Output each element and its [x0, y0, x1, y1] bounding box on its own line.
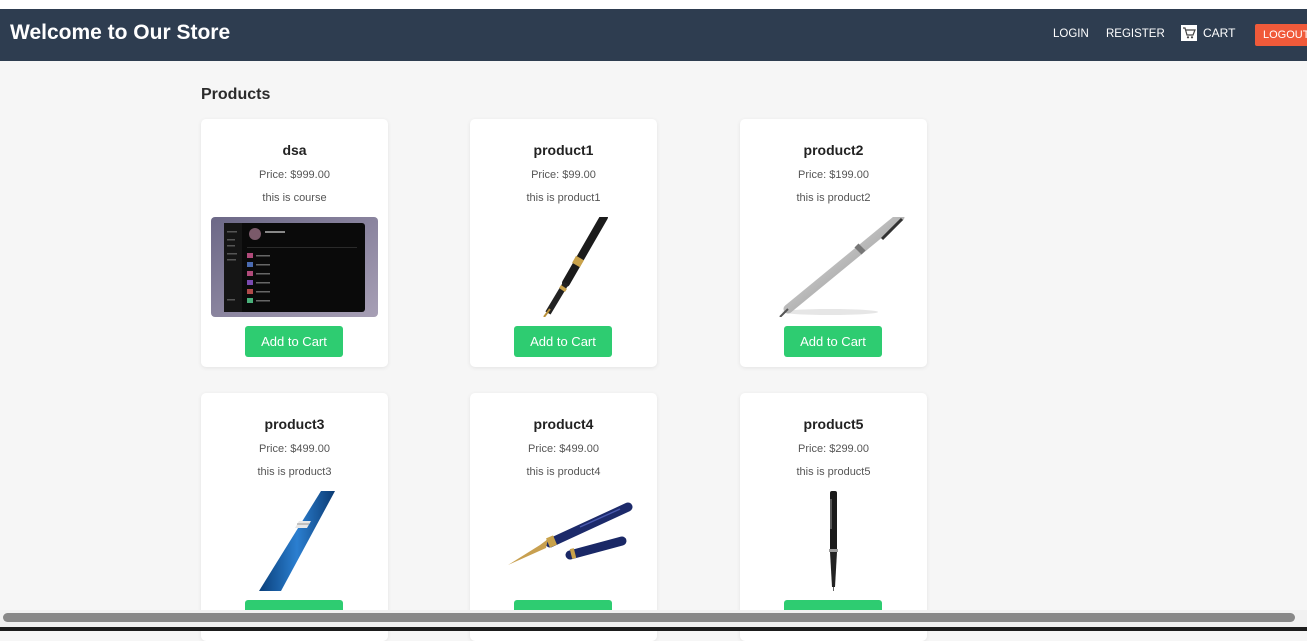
window-top-strip [0, 0, 1307, 9]
product-price: Price: $499.00 [528, 443, 599, 455]
product-name: product2 [803, 142, 864, 158]
cart-link[interactable]: CART [1181, 25, 1235, 41]
product-name: product5 [803, 416, 864, 432]
add-to-cart-button[interactable]: Add to Cart [784, 326, 882, 357]
product-price: Price: $299.00 [798, 443, 869, 455]
login-link[interactable]: LOGIN [1053, 28, 1089, 40]
register-link[interactable]: REGISTER [1106, 28, 1165, 40]
navbar: Welcome to Our Store LOGIN REGISTER CART… [0, 9, 1307, 61]
product-description: this is product4 [526, 466, 601, 478]
product-price: Price: $499.00 [259, 443, 330, 455]
product-name: dsa [282, 142, 307, 158]
add-to-cart-button[interactable]: Add to Cart [245, 326, 343, 357]
product-card: dsa Price: $999.00 this is course Add to… [201, 119, 388, 367]
product-image [211, 217, 378, 317]
product-description: this is product2 [796, 192, 871, 204]
logout-button[interactable]: LOGOUT [1255, 24, 1307, 46]
product-name: product4 [533, 416, 594, 432]
product-description: this is product5 [796, 466, 871, 478]
product-price: Price: $99.00 [531, 169, 596, 181]
product-name: product3 [264, 416, 325, 432]
product-image [750, 212, 917, 318]
window-bottom-edge [0, 627, 1307, 631]
product-card: product4 Price: $499.00 this is product4… [470, 393, 657, 641]
product-image [750, 491, 917, 591]
product-card: product5 Price: $299.00 this is product5… [740, 393, 927, 641]
product-image [211, 491, 378, 591]
product-name: product1 [533, 142, 594, 158]
product-description: this is product1 [526, 192, 601, 204]
product-description: this is product3 [257, 466, 332, 478]
product-card: product3 Price: $499.00 this is product3… [201, 393, 388, 641]
cart-label: CART [1203, 26, 1236, 40]
product-card: product1 Price: $99.00 this is product1 … [470, 119, 657, 367]
horizontal-scrollbar-thumb[interactable] [3, 613, 1295, 622]
product-image [480, 213, 647, 318]
product-price: Price: $999.00 [259, 169, 330, 181]
cart-icon [1181, 25, 1197, 41]
product-description: this is course [262, 192, 327, 204]
add-to-cart-button[interactable]: Add to Cart [514, 326, 612, 357]
product-image [480, 491, 647, 591]
store-title: Welcome to Our Store [10, 21, 231, 44]
products-heading: Products [201, 86, 271, 103]
product-price: Price: $199.00 [798, 169, 869, 181]
product-card: product2 Price: $199.00 this is product2… [740, 119, 927, 367]
